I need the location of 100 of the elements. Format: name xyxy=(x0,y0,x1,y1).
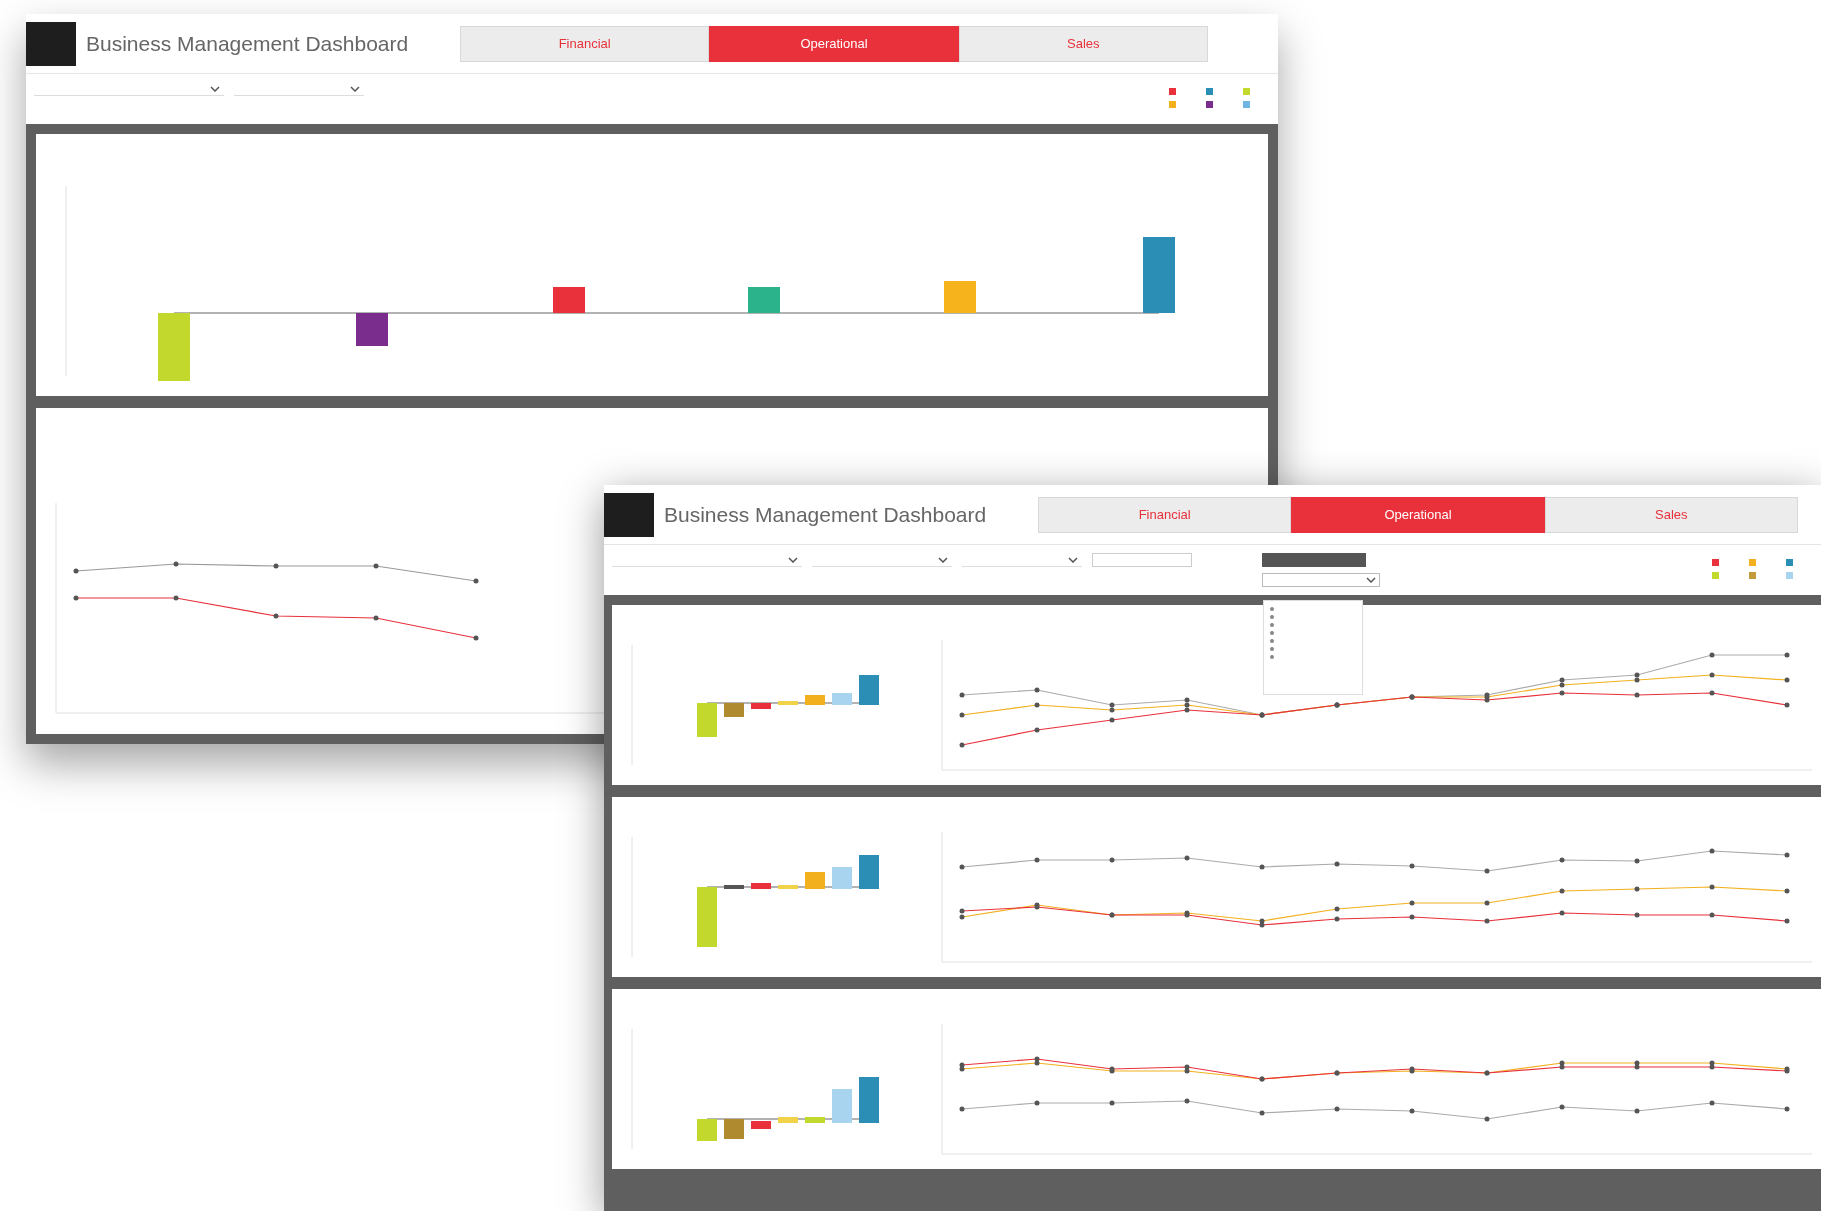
logo-block xyxy=(604,492,654,537)
bar xyxy=(805,1117,825,1123)
bar xyxy=(751,883,771,889)
data-point xyxy=(1784,918,1790,924)
data-point xyxy=(1709,690,1715,696)
bar xyxy=(697,887,717,947)
data-point xyxy=(1559,888,1565,894)
data-point xyxy=(1409,914,1415,920)
data-point xyxy=(1709,652,1715,658)
data-point xyxy=(1784,1106,1790,1112)
data-point xyxy=(173,595,179,601)
data-point xyxy=(959,692,965,698)
legend-swatch xyxy=(1243,101,1250,108)
bar xyxy=(778,701,798,705)
data-point xyxy=(1559,690,1565,696)
caret-icon xyxy=(938,556,948,563)
tab[interactable]: Sales xyxy=(958,25,1208,62)
data-point xyxy=(73,568,79,574)
data-point xyxy=(1409,1108,1415,1114)
bullet-icon xyxy=(1270,623,1274,627)
data-point xyxy=(473,578,479,584)
data-point xyxy=(1409,863,1415,869)
data-point xyxy=(1334,861,1340,867)
data-point xyxy=(1334,1106,1340,1112)
data-point xyxy=(1259,1110,1265,1116)
data-point xyxy=(1109,857,1115,863)
bar xyxy=(832,693,852,705)
data-point xyxy=(1784,652,1790,658)
bar xyxy=(751,703,771,709)
dashboard-title: Business Management Dashboard xyxy=(86,30,410,57)
bullet-icon xyxy=(1270,631,1274,635)
bar xyxy=(553,287,585,313)
bar xyxy=(158,313,190,381)
legend-swatch xyxy=(1786,572,1793,579)
data-point xyxy=(273,613,279,619)
data-point xyxy=(373,563,379,569)
legend-swatch xyxy=(1169,101,1176,108)
data-point xyxy=(473,635,479,641)
data-point xyxy=(1709,912,1715,918)
data-point xyxy=(173,561,179,567)
data-point xyxy=(1109,717,1115,723)
legend-swatch xyxy=(1749,559,1756,566)
tab[interactable]: Sales xyxy=(1544,496,1798,533)
data-point xyxy=(1709,672,1715,678)
caret-icon xyxy=(788,556,798,563)
bar xyxy=(859,1077,879,1123)
data-point xyxy=(1559,857,1565,863)
data-point xyxy=(1709,884,1715,890)
bar xyxy=(832,867,852,889)
caret-icon xyxy=(210,85,220,92)
bar xyxy=(748,287,780,313)
data-point xyxy=(1334,906,1340,912)
bar xyxy=(859,675,879,705)
legend-swatch xyxy=(1712,559,1719,566)
input-field[interactable] xyxy=(1092,553,1192,567)
tab[interactable]: Financial xyxy=(1038,496,1292,533)
bar xyxy=(697,1119,717,1141)
data-point xyxy=(1034,1100,1040,1106)
data-point xyxy=(959,1106,965,1112)
data-point xyxy=(373,615,379,621)
bullet-icon xyxy=(1270,607,1274,611)
data-point xyxy=(1634,912,1640,918)
bar xyxy=(832,1089,852,1123)
data-point xyxy=(1784,702,1790,708)
data-point xyxy=(1334,916,1340,922)
data-point xyxy=(1784,888,1790,894)
bar xyxy=(356,313,388,346)
tab[interactable]: Operational xyxy=(1291,496,1545,533)
tab[interactable]: Operational xyxy=(709,25,959,62)
legend-swatch xyxy=(1786,559,1793,566)
bullet-icon xyxy=(1270,655,1274,659)
logo-block xyxy=(26,21,76,66)
bar xyxy=(724,885,744,889)
data-point xyxy=(1709,1100,1715,1106)
dashboard-title: Business Management Dashboard xyxy=(664,501,988,528)
dropdown-field[interactable] xyxy=(1262,573,1380,587)
tab[interactable]: Financial xyxy=(460,25,710,62)
data-point xyxy=(1559,910,1565,916)
bullet-icon xyxy=(1270,639,1274,643)
data-point xyxy=(1784,677,1790,683)
data-point xyxy=(1484,1116,1490,1122)
data-point xyxy=(1784,852,1790,858)
bar xyxy=(805,872,825,889)
caret-icon xyxy=(1366,577,1376,583)
legend-swatch xyxy=(1712,572,1719,579)
data-point xyxy=(1484,918,1490,924)
data-point xyxy=(1634,858,1640,864)
bar xyxy=(859,855,879,889)
bar xyxy=(724,703,744,717)
toggle-button[interactable] xyxy=(1262,553,1366,567)
data-point xyxy=(1034,702,1040,708)
data-point xyxy=(1034,727,1040,733)
data-point xyxy=(959,712,965,718)
legend-swatch xyxy=(1749,572,1756,579)
data-point xyxy=(959,864,965,870)
data-point xyxy=(1484,900,1490,906)
legend-swatch xyxy=(1206,101,1213,108)
data-point xyxy=(1634,692,1640,698)
bar xyxy=(805,695,825,705)
caret-icon xyxy=(350,85,360,92)
